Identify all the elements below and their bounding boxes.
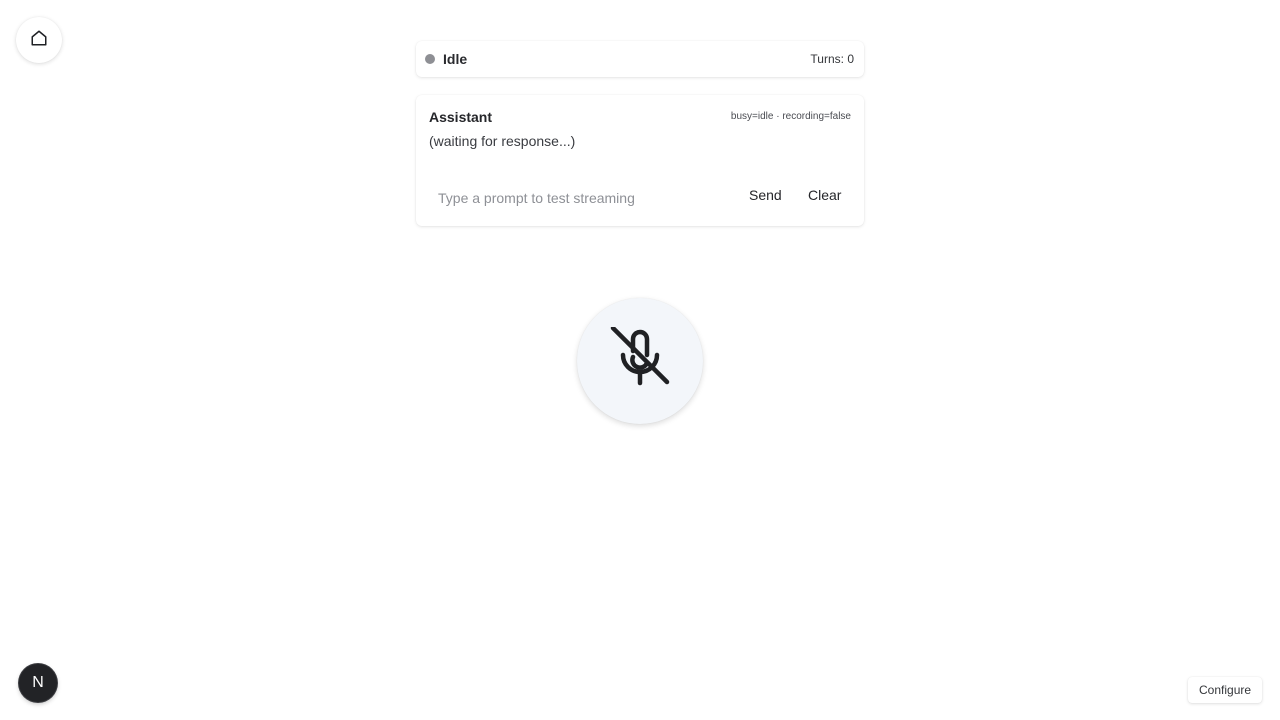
status-label: Idle [443,51,468,67]
dev-badge-label: N [32,674,44,691]
clear-button[interactable]: Clear [808,187,841,203]
prompt-input[interactable] [429,185,734,211]
assistant-response: (waiting for response...) [429,133,576,149]
status-dot [425,54,435,64]
mic-off-icon [608,325,672,396]
dev-indicator-button[interactable]: N [19,664,57,702]
status-bar: Idle Turns: 0 [416,41,864,77]
home-button[interactable] [16,17,62,63]
assistant-title: Assistant [429,109,493,125]
turns-counter: Turns: 0 [810,52,854,66]
send-button[interactable]: Send [749,187,782,203]
home-icon [30,29,48,52]
configure-button[interactable]: Configure [1188,677,1263,703]
mic-toggle-button[interactable] [577,298,703,424]
debug-state: busy=idle · recording=false [730,111,851,122]
assistant-card: Assistant busy=idle · recording=false (w… [416,95,864,226]
